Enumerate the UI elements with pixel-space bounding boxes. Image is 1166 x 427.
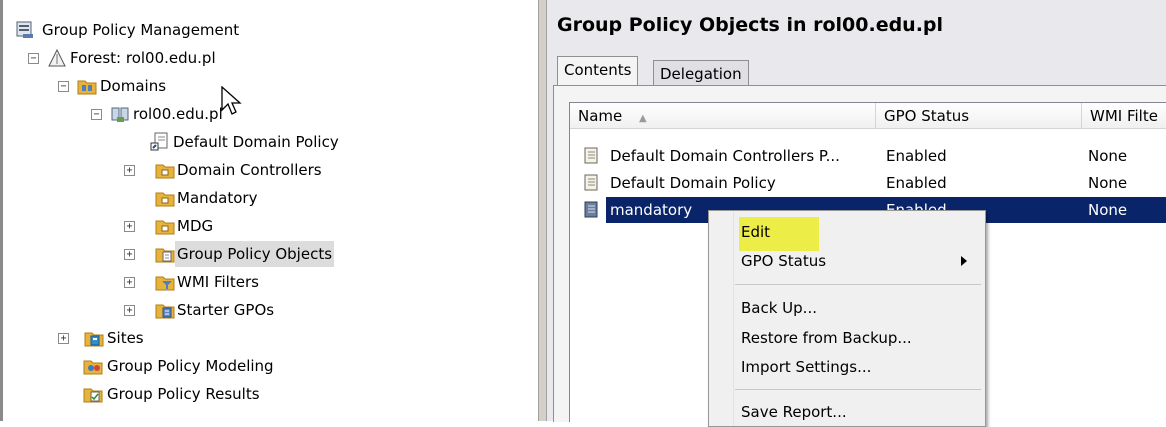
tree-label: Default Domain Policy <box>173 133 339 151</box>
sort-ascending-icon: ▲ <box>639 113 647 124</box>
column-header-name[interactable]: Name ▲ <box>570 103 876 129</box>
wmi-filter: None <box>1088 174 1128 192</box>
context-menu: Edit GPO Status Back Up... Restore from … <box>708 210 986 427</box>
gpo-status: Enabled <box>886 174 947 192</box>
tab-contents[interactable]: Contents <box>557 56 639 86</box>
table-row[interactable]: Default Domain Policy Enabled None <box>570 170 1166 196</box>
tree-label: Mandatory <box>177 189 258 207</box>
gpo-link-icon <box>150 132 168 151</box>
tab-delegation[interactable]: Delegation <box>653 60 749 87</box>
pane-splitter[interactable] <box>538 0 547 421</box>
wmi-filter-folder-icon <box>155 276 175 291</box>
modeling-icon <box>83 360 103 375</box>
wmi-filter: None <box>1088 201 1128 219</box>
tree-label-selected: Group Policy Objects <box>175 241 335 267</box>
menu-item-save-report[interactable]: Save Report... <box>741 399 847 425</box>
tree-label: Domains <box>100 77 167 95</box>
mouse-pointer-icon <box>221 86 242 115</box>
menu-item-restore-from-backup[interactable]: Restore from Backup... <box>741 325 912 351</box>
menu-item-gpo-status[interactable]: GPO Status <box>741 248 826 274</box>
sites-folder-icon <box>84 332 104 347</box>
gpo-name: Default Domain Policy <box>610 174 776 192</box>
expand-toggle[interactable]: + <box>124 277 135 288</box>
collapse-toggle[interactable]: − <box>28 53 39 64</box>
column-title: Name <box>578 107 623 125</box>
gpo-name: mandatory <box>610 201 693 219</box>
tree-label: MDG <box>177 217 214 235</box>
menu-item-back-up[interactable]: Back Up... <box>741 295 817 321</box>
gpo-scroll-icon <box>584 174 598 191</box>
gpm-console-icon <box>16 21 33 38</box>
submenu-arrow-icon <box>961 256 967 266</box>
menu-item-edit[interactable]: Edit <box>741 219 770 245</box>
starter-gpo-folder-icon <box>155 304 175 319</box>
collapse-toggle[interactable]: − <box>58 81 69 92</box>
expand-toggle[interactable]: + <box>124 221 135 232</box>
ou-folder-icon <box>155 192 175 207</box>
menu-item-import-settings[interactable]: Import Settings... <box>741 354 871 380</box>
gpo-scroll-icon <box>584 201 598 218</box>
gpo-container-folder-icon <box>155 248 175 263</box>
gpo-status: Enabled <box>886 147 947 165</box>
tree-label: Sites <box>107 329 144 347</box>
tree-label: Group Policy Modeling <box>107 357 274 375</box>
expand-toggle[interactable]: + <box>124 249 135 260</box>
column-header-gpo-status[interactable]: GPO Status <box>876 103 1082 129</box>
page-title: Group Policy Objects in rol00.edu.pl <box>557 14 944 36</box>
results-icon <box>83 388 103 403</box>
collapse-toggle[interactable]: − <box>91 109 102 120</box>
menu-separator <box>735 389 981 390</box>
gpo-scroll-icon <box>584 147 598 164</box>
menu-separator <box>735 284 981 285</box>
tree-label: Forest: rol00.edu.pl <box>70 49 216 67</box>
domain-icon <box>111 107 129 122</box>
wmi-filter: None <box>1088 147 1128 165</box>
ou-folder-icon <box>155 164 175 179</box>
expand-toggle[interactable]: + <box>124 165 135 176</box>
expand-toggle[interactable]: + <box>124 305 135 316</box>
table-row[interactable]: Default Domain Controllers P... Enabled … <box>570 143 1166 169</box>
domains-folder-icon <box>77 80 97 95</box>
console-tree: Group Policy Management − Forest: rol00.… <box>0 0 538 421</box>
ou-folder-icon <box>155 220 175 235</box>
tree-label: Starter GPOs <box>177 301 275 319</box>
column-header-wmi-filter[interactable]: WMI Filte <box>1082 103 1166 129</box>
forest-icon <box>48 48 66 67</box>
gpo-name: Default Domain Controllers P... <box>610 147 840 165</box>
tree-label: rol00.edu.pl <box>133 105 223 123</box>
menu-icon-gutter <box>709 211 734 426</box>
tree-label: WMI Filters <box>177 273 259 291</box>
tree-label: Group Policy Results <box>107 385 260 403</box>
tree-label: Domain Controllers <box>177 161 322 179</box>
expand-toggle[interactable]: + <box>58 333 69 344</box>
tree-label: Group Policy Management <box>42 21 240 39</box>
